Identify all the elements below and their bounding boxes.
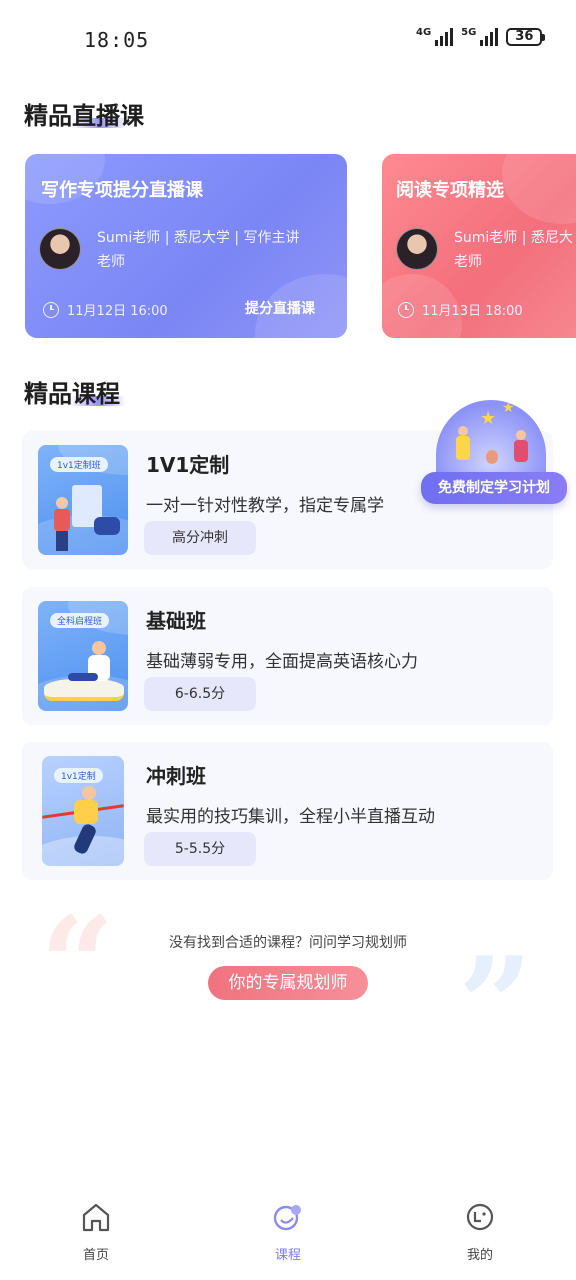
- live-card-tag: 提分直播课: [245, 301, 315, 317]
- open-quote-icon: “: [40, 888, 115, 1041]
- signal-4g-icon: 4G: [416, 27, 454, 46]
- tab-profile[interactable]: 我的: [420, 1200, 540, 1263]
- course-desc: 最实用的技巧集训，全程小半直播互动: [146, 807, 435, 827]
- tab-label: 课程: [274, 1248, 301, 1263]
- clock-icon: [398, 301, 414, 318]
- signal-4g-label: 4G: [416, 27, 432, 38]
- course-title: 冲刺班: [146, 764, 206, 788]
- tab-label: 我的: [466, 1248, 493, 1263]
- battery-level: 36: [506, 28, 543, 46]
- status-time: 18:05: [84, 28, 150, 52]
- course-section-title: 精品课程: [24, 380, 120, 408]
- live-time-text: 11月13日 18:00: [422, 304, 523, 319]
- course-thumbnail: 1v1定制: [42, 756, 124, 866]
- tab-home[interactable]: 首页: [36, 1200, 156, 1263]
- close-quote-icon: ”: [458, 928, 533, 1081]
- teacher-line-2: 老师: [454, 254, 482, 270]
- signal-5g-label: 5G: [461, 27, 477, 38]
- course-tag: 5-5.5分: [144, 832, 256, 866]
- profile-icon: [463, 1200, 497, 1234]
- course-tag: 高分冲刺: [144, 521, 256, 555]
- status-icons: 4G 5G 36: [416, 27, 546, 46]
- live-card-title: 阅读专项精选: [396, 180, 504, 201]
- thumbnail-label: 1v1定制班: [50, 457, 108, 472]
- teacher-info: Sumi老师 | 悉尼大 老师: [454, 226, 576, 274]
- tab-course[interactable]: 课程: [228, 1200, 348, 1263]
- teacher-avatar: [396, 228, 438, 270]
- help-prompt: 没有找到合适的课程？问问学习规划师: [169, 935, 407, 951]
- thumbnail-label: 全科启程班: [50, 613, 110, 628]
- tab-label: 首页: [82, 1248, 109, 1263]
- teacher-info: Sumi老师 | 悉尼大学 | 写作主讲 老师: [97, 226, 337, 274]
- course-icon: [271, 1200, 305, 1234]
- live-section-title: 精品直播课: [24, 102, 144, 130]
- live-card-reading[interactable]: 阅读专项精选 Sumi老师 | 悉尼大 老师 11月13日 18:00: [382, 154, 576, 338]
- free-study-plan-button[interactable]: 免费制定学习计划: [421, 472, 567, 504]
- thumbnail-label: 1v1定制: [54, 768, 103, 783]
- course-title: 1V1定制: [146, 453, 230, 477]
- live-time: 11月12日 16:00: [43, 300, 168, 319]
- teacher-avatar: [39, 228, 81, 270]
- battery-icon: 36: [506, 28, 546, 46]
- live-time-text: 11月12日 16:00: [67, 304, 168, 319]
- signal-5g-icon: 5G: [461, 27, 499, 46]
- live-card-title: 写作专项提分直播课: [41, 180, 203, 201]
- teacher-line-2: 老师: [97, 254, 125, 270]
- course-desc: 一对一针对性教学，指定专属学: [146, 496, 384, 516]
- live-card-writing[interactable]: 写作专项提分直播课 Sumi老师 | 悉尼大学 | 写作主讲 老师 11月12日…: [25, 154, 347, 338]
- course-card-sprint[interactable]: 1v1定制 冲刺班 最实用的技巧集训，全程小半直播互动 5-5.5分: [22, 742, 553, 880]
- course-card-basic[interactable]: 全科启程班 基础班 基础薄弱专用，全面提高英语核心力 6-6.5分: [22, 587, 553, 725]
- course-thumbnail: 全科启程班: [38, 601, 128, 711]
- course-title: 基础班: [146, 609, 206, 633]
- course-desc: 基础薄弱专用，全面提高英语核心力: [146, 652, 418, 672]
- home-icon: [79, 1200, 113, 1234]
- course-tag: 6-6.5分: [144, 677, 256, 711]
- course-thumbnail: 1v1定制班: [38, 445, 128, 555]
- teacher-line-1: Sumi老师 | 悉尼大学 | 写作主讲: [97, 230, 300, 246]
- clock-icon: [43, 301, 59, 318]
- live-time: 11月13日 18:00: [398, 300, 523, 319]
- planner-button[interactable]: 你的专属规划师: [208, 966, 368, 1000]
- teacher-line-1: Sumi老师 | 悉尼大: [454, 230, 573, 246]
